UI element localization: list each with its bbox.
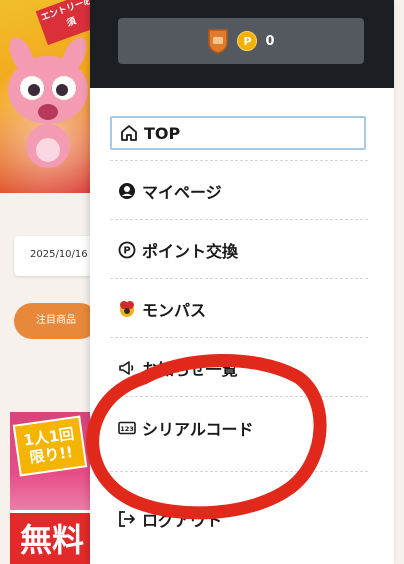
menu-item-label: モンパス (142, 301, 207, 320)
svg-text:P: P (123, 246, 130, 257)
app-screen: エントリー必須 2025/10/16 注目商品 1人1回限り!! 無料 P 0 … (0, 0, 404, 564)
hero-banner[interactable]: エントリー必須 (0, 0, 100, 193)
divider (110, 278, 368, 279)
menu-item-logout[interactable]: ログアウト (110, 502, 366, 536)
menu-item-label: マイページ (142, 183, 222, 202)
divider (110, 337, 368, 338)
points-value: 0 (265, 33, 275, 49)
menu-item-label: ログアウト (142, 511, 223, 530)
featured-pill[interactable]: 注目商品 (14, 303, 98, 339)
menu-item-label: シリアルコード (142, 420, 254, 439)
menu-item-label: TOP (144, 123, 181, 143)
menu-item-label: ポイント交換 (142, 242, 239, 261)
menu-item-serial-code[interactable]: 123 シリアルコード (110, 411, 366, 445)
menu-item-label: お知らせ一覧 (142, 360, 238, 379)
megaphone-icon (118, 359, 136, 377)
menu-item-top[interactable]: TOP (110, 116, 366, 150)
menu-item-point-exchange[interactable]: P ポイント交換 (110, 233, 366, 267)
menu-header: P 0 (90, 0, 394, 88)
divider (110, 471, 368, 472)
monpass-icon (118, 300, 136, 318)
serial-code-icon: 123 (118, 419, 136, 437)
coin-icon: P (237, 31, 258, 51)
side-menu: P 0 TOP マイページ P ポイント交換 モンパス お知らせ一覧 123 シ… (90, 0, 394, 564)
user-circle-icon (118, 182, 136, 200)
points-circle-icon: P (118, 241, 136, 259)
divider (110, 160, 368, 161)
menu-item-monpass[interactable]: モンパス (110, 292, 366, 326)
promo-banner[interactable]: 1人1回限り!! 無料 (10, 412, 100, 564)
points-box[interactable]: P 0 (118, 18, 364, 64)
date-text: 2025/10/16 (30, 249, 88, 260)
home-icon (120, 124, 138, 142)
divider (110, 219, 368, 220)
menu-item-mypage[interactable]: マイページ (110, 174, 366, 208)
mascot-image (8, 37, 88, 168)
limit-badge: 1人1回限り!! (12, 415, 88, 477)
rank-shield-icon (208, 29, 229, 54)
free-text: 無料 (10, 510, 100, 564)
logout-icon (118, 510, 136, 528)
svg-text:123: 123 (120, 425, 134, 433)
divider (110, 396, 368, 397)
menu-item-news[interactable]: お知らせ一覧 (110, 351, 366, 385)
